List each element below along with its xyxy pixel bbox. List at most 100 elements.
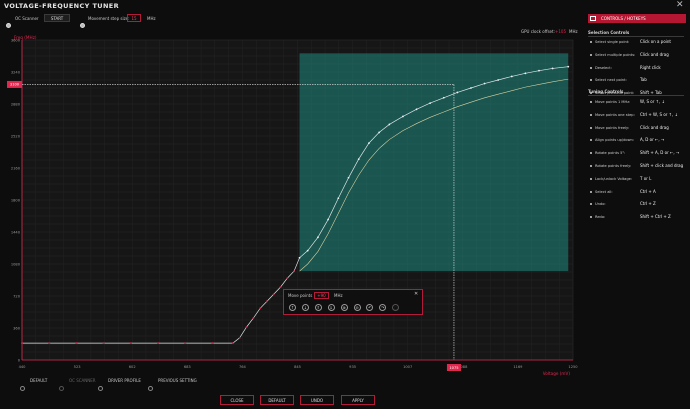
curve-point[interactable] [567, 65, 570, 68]
curve-point[interactable] [442, 96, 445, 99]
bullet-icon [590, 53, 592, 56]
curve-point[interactable] [551, 67, 554, 70]
curve-point[interactable] [102, 342, 105, 345]
curve-point[interactable] [129, 342, 132, 345]
curve-point[interactable] [245, 326, 248, 329]
move-tool-button[interactable]: ⇓ [327, 304, 335, 311]
selection-label: Select single point: [595, 40, 630, 44]
option-radio[interactable] [148, 378, 153, 397]
bullet-icon [590, 177, 592, 180]
tuning-label: Rotate points 5°: [595, 151, 626, 156]
curve-point[interactable] [75, 342, 78, 345]
y-tick-label: 720 [13, 294, 21, 298]
curve-point[interactable] [279, 286, 282, 289]
curve-point[interactable] [211, 342, 214, 345]
option-radio[interactable] [59, 378, 64, 397]
tuning-item: Move points 1 MHz: W, S or ↑, ↓ [590, 99, 665, 104]
movement-step-input[interactable]: 15 [127, 14, 141, 22]
curve-point[interactable] [415, 108, 418, 111]
bullet-icon [590, 190, 592, 193]
curve-point[interactable] [510, 75, 513, 78]
move-points-unit: MHz [334, 293, 343, 298]
tuning-label: Lock/unlock Voltage: [595, 176, 633, 181]
tuning-label: Select all: [595, 189, 613, 194]
curve-point[interactable] [286, 277, 289, 280]
curve-point[interactable] [402, 115, 404, 118]
close-panel-icon[interactable]: ✕ [414, 291, 418, 297]
tuning-key: Ctrl + A [640, 188, 656, 194]
tuning-item: Rotate points freely: Shift + click and d… [590, 163, 683, 168]
move-tool-button[interactable]: ⇑ [314, 304, 322, 311]
curve-point[interactable] [317, 236, 319, 239]
oc-scanner-label: OC Scanner [15, 16, 39, 21]
curve-point[interactable] [293, 270, 295, 273]
curve-point[interactable] [337, 197, 340, 200]
window-title: VOLTAGE-FREQUENCY TUNER [4, 2, 120, 10]
curve-point[interactable] [497, 79, 500, 81]
curve-point[interactable] [259, 307, 261, 310]
bullet-icon [590, 79, 592, 82]
y-tick-label: 1440 [11, 230, 21, 234]
tuning-label: Move points one step: [595, 112, 635, 117]
undo-button[interactable]: UNDO [300, 395, 334, 405]
curve-point[interactable] [272, 293, 275, 296]
selection-label: Select multiple points: [595, 52, 636, 57]
option-radio[interactable] [98, 378, 103, 397]
curve-point[interactable] [21, 342, 23, 345]
curve-point[interactable] [388, 123, 391, 126]
curve-point[interactable] [184, 342, 187, 345]
x-tick-label: 440 [19, 365, 27, 369]
y-tick-label: 2520 [11, 134, 21, 138]
curve-point[interactable] [306, 249, 309, 252]
option-radio[interactable] [20, 378, 25, 397]
close-button[interactable]: CLOSE [220, 395, 254, 405]
x-axis-title: Voltage (mV) [543, 371, 571, 376]
curve-point[interactable] [538, 69, 540, 72]
curve-point[interactable] [470, 87, 472, 89]
move-tool-button[interactable]: ↑ [289, 304, 296, 311]
curve-point[interactable] [429, 102, 432, 105]
curve-point[interactable] [483, 82, 486, 85]
tuning-item: Move points one step: Ctrl + W, S or ↑, ↓ [590, 112, 678, 117]
curve-point[interactable] [456, 91, 459, 94]
curve-point[interactable] [157, 342, 159, 345]
x-tick-label: 1169 [513, 365, 523, 369]
vf-curve-chart[interactable]: 440 523 602 683 764 845 935 1007 1088 1169 1250036… [0, 32, 585, 377]
curve-point[interactable] [524, 72, 527, 75]
x-tick-label: 1007 [403, 365, 412, 369]
move-tool-button[interactable]: ↓ [301, 304, 309, 311]
curve-point[interactable] [368, 142, 370, 145]
x-tick-label: 1250 [568, 365, 578, 369]
move-points-input[interactable]: +90 [314, 292, 329, 299]
option-label: DEFAULT [30, 378, 48, 383]
curve-point[interactable] [265, 300, 268, 303]
curve-point[interactable] [298, 256, 301, 259]
bullet-icon [590, 113, 592, 116]
default-button[interactable]: DEFAULT [260, 395, 294, 405]
selection-item: Select single point: Click on a point [590, 39, 671, 44]
curve-point[interactable] [48, 342, 51, 345]
start-button[interactable]: START [44, 14, 70, 22]
tuning-key: Ctrl + W, S or ↑, ↓ [640, 111, 678, 117]
tuning-controls-title: Tuning Controls [588, 89, 624, 94]
move-tool-button[interactable]: ⊖ [353, 304, 361, 311]
curve-point[interactable] [378, 131, 381, 134]
curve-point[interactable] [347, 176, 350, 179]
tuning-key: Shift + Ctrl + Z [640, 214, 671, 220]
sidebar-header: CONTROLS / HOTKEYS [588, 14, 686, 23]
curve-point[interactable] [327, 218, 330, 221]
curve-point[interactable] [238, 336, 241, 339]
x-tick-label: 764 [239, 365, 247, 369]
curve-point[interactable] [231, 342, 234, 345]
tuning-item: Select all: Ctrl + A [590, 189, 656, 194]
apply-button[interactable]: APPLY [341, 395, 375, 405]
curve-point[interactable] [357, 158, 360, 161]
y-tick-label: 0 [18, 358, 21, 362]
selection-box[interactable] [299, 53, 569, 272]
bullet-icon [590, 101, 592, 103]
tuning-item: Redo: Shift + Ctrl + Z [590, 214, 671, 219]
close-icon[interactable]: ✕ [676, 0, 684, 10]
move-tool-button[interactable]: ⊕ [340, 304, 348, 311]
curve-point[interactable] [252, 317, 255, 320]
tuning-item: Rotate points 5°: Shift + A, D or ←, → [590, 150, 679, 155]
